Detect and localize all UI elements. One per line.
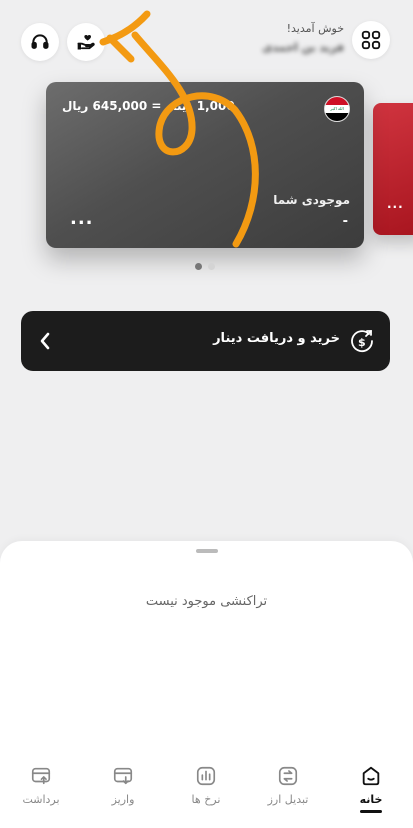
iraq-flag-icon: الله اکبر — [324, 96, 350, 122]
sheet-handle[interactable] — [196, 549, 218, 553]
deposit-icon — [113, 767, 133, 785]
exchange-icon — [278, 766, 298, 786]
support-button[interactable] — [21, 23, 59, 61]
active-tab-indicator — [360, 810, 382, 813]
pager-dot-active[interactable] — [195, 263, 202, 270]
welcome-block: خوش آمدید! فرید بن احمدی — [262, 22, 344, 54]
chevron-left-icon — [40, 332, 50, 350]
rates-icon — [196, 766, 216, 786]
nav-item-deposit[interactable]: واریز — [88, 765, 158, 806]
coin-exchange-icon: $ — [351, 330, 373, 353]
balance-value: - — [342, 214, 348, 229]
grid-icon — [361, 30, 381, 50]
svg-text:$: $ — [358, 336, 366, 349]
buy-dinar-button[interactable]: خرید و دریافت دینار $ — [21, 311, 390, 371]
home-icon — [362, 766, 380, 786]
card-pager — [195, 263, 215, 270]
nav-item-exchange[interactable]: تبدیل ارز — [253, 765, 323, 806]
withdraw-icon — [31, 767, 51, 785]
nav-item-home[interactable]: خانه — [336, 765, 406, 806]
empty-transactions-text: تراکنشی موجود نیست — [145, 594, 268, 609]
nav-item-rates[interactable]: نرخ ها — [171, 765, 241, 806]
nav-item-withdraw[interactable]: برداشت — [6, 765, 76, 806]
menu-button[interactable] — [352, 21, 390, 59]
card-more-button[interactable]: ... — [70, 208, 94, 229]
nav-label-exchange: تبدیل ارز — [267, 793, 309, 806]
buy-dinar-label: خرید و دریافت دینار — [213, 331, 340, 346]
top-bar: خوش آمدید! فرید بن احمدی — [0, 0, 413, 80]
secondary-card[interactable]: ... — [373, 103, 413, 235]
nav-label-rates: نرخ ها — [191, 793, 221, 806]
user-name: فرید بن احمدی — [262, 41, 344, 54]
flag-text: الله اکبر — [330, 106, 344, 112]
pager-dot[interactable] — [208, 263, 215, 270]
bottom-nav: خانه تبدیل ارز نرخ ها واریز برداشت — [0, 755, 413, 828]
dinar-card[interactable]: 1,000 دینار = 645,000 ریال الله اکبر موج… — [46, 82, 364, 248]
secondary-card-more[interactable]: ... — [387, 197, 404, 211]
nav-label-deposit: واریز — [111, 793, 135, 806]
hand-heart-icon — [77, 34, 95, 50]
balance-label: موجودی شما — [273, 193, 350, 207]
exchange-rate: 1,000 دینار = 645,000 ریال — [62, 99, 235, 113]
welcome-text: خوش آمدید! — [286, 22, 344, 35]
nav-label-withdraw: برداشت — [22, 793, 60, 806]
nav-label-home: خانه — [359, 793, 383, 806]
headset-icon — [31, 34, 49, 49]
gift-button[interactable] — [67, 23, 105, 61]
